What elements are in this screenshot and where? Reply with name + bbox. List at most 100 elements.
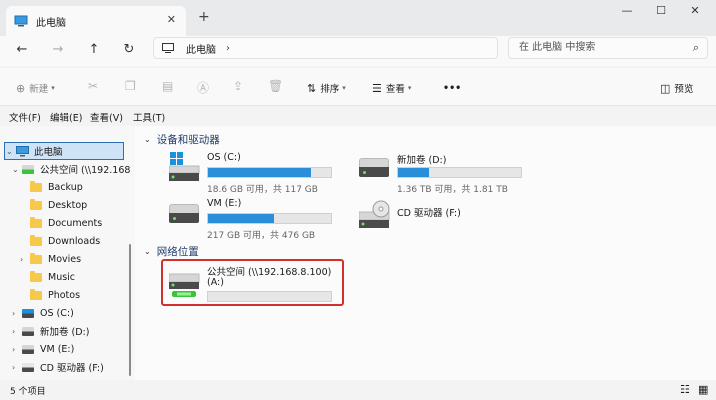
paste-icon[interactable]: ▤ bbox=[162, 79, 173, 93]
cd-drive-icon bbox=[359, 200, 390, 228]
tiles-view-icon[interactable]: ▦ bbox=[698, 383, 708, 396]
menu-file[interactable]: 文件(F) bbox=[9, 110, 41, 124]
sort-button[interactable]: ⇅ 排序 ▾ bbox=[307, 80, 346, 96]
more-button[interactable]: ••• bbox=[443, 80, 461, 96]
new-tab-button[interactable]: + bbox=[198, 9, 210, 25]
windows-drive-icon bbox=[22, 308, 34, 318]
drive-space: 1.36 TB 可用，共 1.81 TB bbox=[397, 185, 508, 195]
menu-tools[interactable]: 工具(T) bbox=[133, 110, 165, 124]
usage-bar bbox=[207, 213, 332, 224]
details-view-icon[interactable]: ☷ bbox=[680, 383, 690, 396]
drive-name: CD 驱动器 (F:) bbox=[397, 208, 461, 219]
nav-item[interactable]: › Movies bbox=[20, 250, 81, 268]
command-bar: ⊕ 新建 ▾ ✂ ❐ ▤ Ⓐ ⇪ 🗑 ⇅ 排序 ▾ ☰ 查看 ▾ ••• ◫ 预… bbox=[0, 68, 716, 106]
folder-icon bbox=[30, 180, 42, 192]
sort-icon: ⇅ bbox=[307, 81, 317, 95]
usage-fill bbox=[398, 168, 429, 177]
chevron-down-icon: ▾ bbox=[342, 84, 346, 92]
drive-tile-c[interactable]: OS (C:) 18.6 GB 可用，共 117 GB bbox=[169, 152, 369, 195]
group-devices-title: 设备和驱动器 bbox=[156, 134, 220, 146]
search-placeholder: 在 此电脑 中搜索 bbox=[519, 42, 596, 53]
hard-drive-icon bbox=[22, 326, 34, 336]
nav-item[interactable]: Photos bbox=[20, 286, 80, 304]
close-tab-icon[interactable]: ✕ bbox=[167, 13, 176, 26]
nav-item[interactable]: › CD 驱动器 (F:) bbox=[12, 358, 104, 376]
folder-icon bbox=[30, 252, 42, 264]
nav-item[interactable]: Music bbox=[20, 268, 75, 286]
group-network[interactable]: ⌄ 网络位置 bbox=[144, 244, 199, 259]
nav-item[interactable]: ⌄ 公共空间 (\\192.168 bbox=[12, 160, 130, 178]
preview-pane-icon: ◫ bbox=[660, 81, 671, 95]
new-label: 新建 bbox=[29, 84, 49, 95]
chevron-down-icon[interactable]: ⌄ bbox=[12, 165, 22, 174]
refresh-button[interactable]: ↻ bbox=[119, 40, 139, 60]
forward-button[interactable]: → bbox=[48, 40, 68, 60]
nav-item[interactable]: Documents bbox=[20, 214, 102, 232]
chevron-right-icon[interactable]: › bbox=[12, 345, 22, 354]
nav-item-label: VM (E:) bbox=[40, 343, 75, 355]
rename-icon[interactable]: Ⓐ bbox=[197, 79, 209, 96]
nav-item-label: Downloads bbox=[48, 235, 101, 247]
nav-item[interactable]: Downloads bbox=[20, 232, 100, 250]
drive-name: 新加卷 (D:) bbox=[397, 155, 447, 166]
nav-item-label: Movies bbox=[48, 253, 82, 265]
new-button[interactable]: ⊕ 新建 ▾ bbox=[16, 80, 55, 96]
hard-drive-icon bbox=[169, 204, 199, 226]
nav-scrollbar[interactable] bbox=[129, 126, 132, 380]
nav-item-label: OS (C:) bbox=[40, 307, 74, 319]
group-devices[interactable]: ⌄ 设备和驱动器 bbox=[144, 132, 220, 147]
search-icon[interactable]: ⌕ bbox=[693, 38, 699, 58]
chevron-right-icon[interactable]: › bbox=[226, 43, 230, 54]
cut-icon[interactable]: ✂ bbox=[88, 79, 98, 93]
monitor-icon bbox=[162, 43, 174, 53]
drive-tile-f[interactable]: CD 驱动器 (F:) bbox=[359, 198, 559, 240]
address-path[interactable]: 此电脑 bbox=[186, 41, 216, 56]
copy-icon[interactable]: ❐ bbox=[125, 79, 136, 93]
nav-scrollbar-thumb[interactable] bbox=[129, 244, 131, 376]
up-button[interactable]: ↑ bbox=[84, 40, 104, 60]
menu-view[interactable]: 查看(V) bbox=[90, 110, 123, 124]
view-list-icon: ☰ bbox=[372, 81, 382, 95]
nav-label-this-pc: 此电脑 bbox=[34, 147, 63, 158]
nav-item-label: 新加卷 (D:) bbox=[40, 327, 90, 338]
chevron-right-icon[interactable]: › bbox=[20, 255, 30, 264]
nav-item[interactable]: › OS (C:) bbox=[12, 304, 74, 322]
hard-drive-icon bbox=[359, 158, 389, 180]
usage-bar bbox=[207, 167, 332, 178]
drive-space: 217 GB 可用，共 476 GB bbox=[207, 231, 316, 241]
chevron-right-icon[interactable]: › bbox=[12, 309, 22, 318]
network-drive-icon bbox=[22, 164, 34, 174]
chevron-down-icon[interactable]: ⌄ bbox=[144, 135, 151, 144]
share-icon[interactable]: ⇪ bbox=[233, 79, 243, 93]
minimize-button[interactable]: — bbox=[612, 4, 642, 20]
nav-item[interactable]: › 新加卷 (D:) bbox=[12, 322, 89, 340]
address-bar[interactable]: 此电脑 › bbox=[153, 37, 498, 59]
delete-icon[interactable]: 🗑 bbox=[268, 79, 283, 93]
back-button[interactable]: ← bbox=[12, 40, 32, 60]
drive-tile-d[interactable]: 新加卷 (D:) 1.36 TB 可用，共 1.81 TB bbox=[359, 152, 559, 195]
chevron-right-icon[interactable]: › bbox=[12, 363, 22, 372]
menu-edit[interactable]: 编辑(E) bbox=[50, 110, 82, 124]
search-input[interactable]: 在 此电脑 中搜索 ⌕ bbox=[508, 37, 708, 59]
preview-button[interactable]: ◫ 预览 bbox=[660, 80, 693, 96]
nav-item-label: Desktop bbox=[48, 199, 88, 211]
plus-circle-icon: ⊕ bbox=[16, 81, 26, 95]
chevron-right-icon[interactable]: › bbox=[12, 327, 22, 336]
tab-title: 此电脑 bbox=[36, 17, 66, 29]
nav-item[interactable]: Backup bbox=[20, 178, 83, 196]
view-button[interactable]: ☰ 查看 ▾ bbox=[372, 80, 411, 96]
computer-icon bbox=[16, 145, 29, 156]
tab-this-pc[interactable]: 此电脑 ✕ bbox=[6, 6, 186, 36]
windows-drive-icon bbox=[169, 152, 200, 181]
drive-tile-e[interactable]: VM (E:) 217 GB 可用，共 476 GB bbox=[169, 198, 369, 241]
view-label: 查看 bbox=[385, 84, 405, 95]
close-window-button[interactable]: ✕ bbox=[680, 4, 710, 20]
nav-item-this-pc[interactable]: ⌄ 此电脑 bbox=[6, 142, 63, 160]
chevron-down-icon[interactable]: ⌄ bbox=[6, 147, 16, 156]
chevron-down-icon[interactable]: ⌄ bbox=[144, 247, 151, 256]
nav-item[interactable]: Desktop bbox=[20, 196, 87, 214]
drive-name: VM (E:) bbox=[207, 198, 242, 209]
nav-item[interactable]: › VM (E:) bbox=[12, 340, 74, 358]
folder-icon bbox=[30, 288, 42, 300]
maximize-button[interactable]: ☐ bbox=[646, 4, 676, 20]
